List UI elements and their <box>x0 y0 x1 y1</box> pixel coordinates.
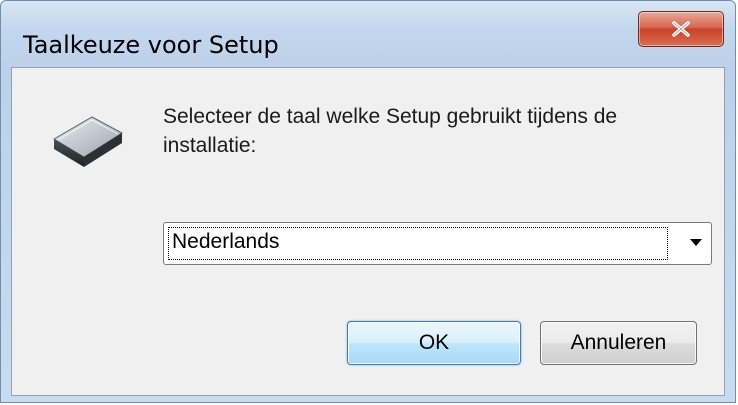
setup-drive-icon <box>53 116 123 167</box>
setup-language-dialog: Taalkeuze voor Setup Selecteer de taal w… <box>0 0 736 403</box>
title-bar[interactable]: Taalkeuze voor Setup <box>1 1 735 67</box>
close-button[interactable] <box>638 11 724 47</box>
ok-button[interactable]: OK <box>347 321 521 365</box>
dialog-body: Selecteer de taal welke Setup gebruikt t… <box>11 67 725 396</box>
language-select-value: Nederlands <box>172 230 280 253</box>
cancel-button[interactable]: Annuleren <box>540 321 697 365</box>
instruction-text: Selecteer de taal welke Setup gebruikt t… <box>163 105 618 157</box>
close-x-icon <box>672 21 690 37</box>
dropdown-arrow-icon[interactable] <box>690 239 702 246</box>
window-title: Taalkeuze voor Setup <box>23 31 279 59</box>
language-select[interactable]: Nederlands <box>163 222 712 265</box>
